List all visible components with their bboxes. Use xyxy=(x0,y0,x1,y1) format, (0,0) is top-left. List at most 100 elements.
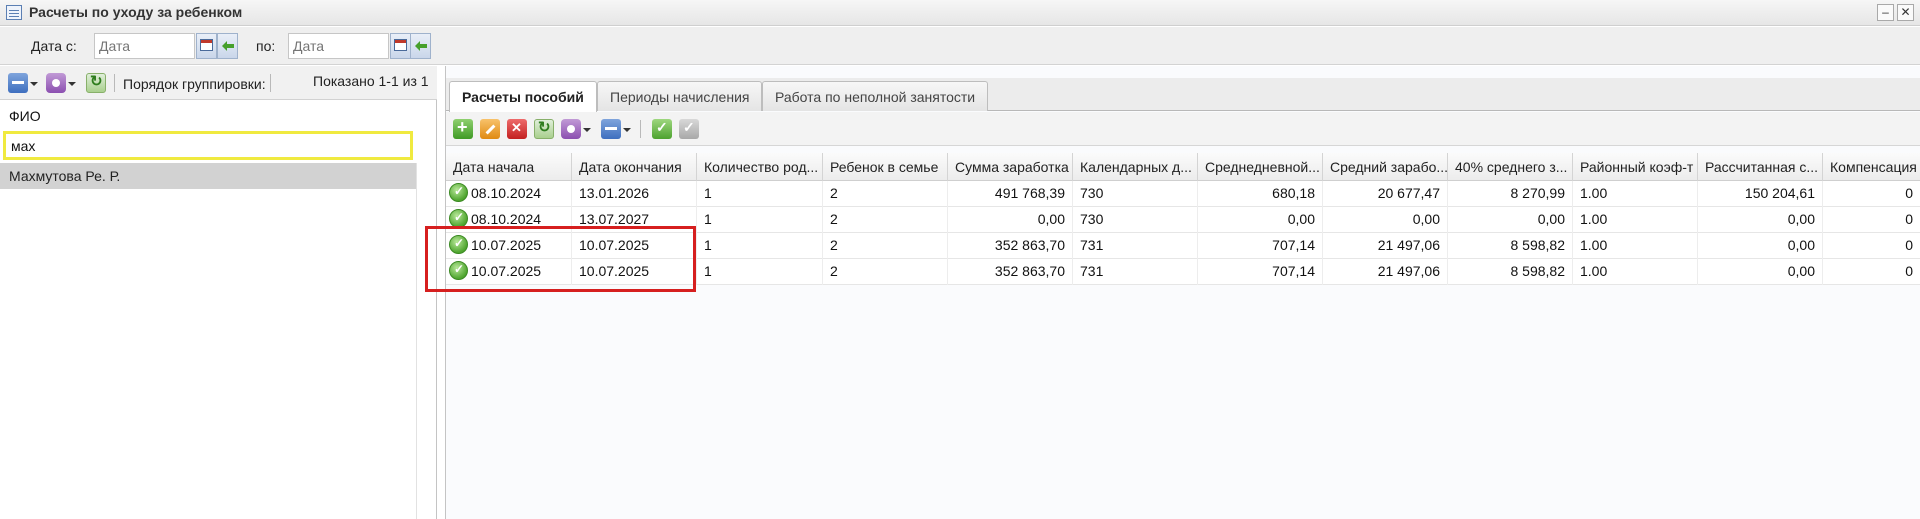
date-filter-bar: Дата с: по: xyxy=(0,27,1920,65)
grouping-order-label[interactable]: Порядок группировки: xyxy=(123,76,266,92)
grid-header: Дата начала Дата окончания Количество ро… xyxy=(446,153,1920,181)
column-header[interactable]: Дата начала xyxy=(446,153,572,181)
window-titlebar: Расчеты по уходу за ребенком – ✕ xyxy=(0,0,1920,26)
cell-calculated-sum: 0,00 xyxy=(1698,233,1823,259)
refresh-icon[interactable] xyxy=(86,72,106,93)
cell-calculated-sum: 0,00 xyxy=(1698,259,1823,285)
toolbar-separator xyxy=(640,120,641,138)
fio-filter-input[interactable] xyxy=(3,131,413,160)
print-icon[interactable] xyxy=(601,119,621,139)
cell-compensation: 0 xyxy=(1823,233,1920,259)
table-row[interactable]: 08.10.2024 13.01.2026 1 2 491 768,39 730… xyxy=(446,181,1920,207)
date-from-input[interactable] xyxy=(94,33,195,59)
column-header[interactable]: Сумма заработка xyxy=(948,153,1073,181)
left-toolbar: Порядок группировки: Показано 1-1 из 1 xyxy=(0,66,437,100)
cell-count: 1 xyxy=(697,181,823,207)
cell-daily-average: 0,00 xyxy=(1198,207,1323,233)
date-from-label: Дата с: xyxy=(31,38,77,54)
cell-regional-coef: 1.00 xyxy=(1573,207,1698,233)
fio-header-label: ФИО xyxy=(9,108,41,124)
cell-calendar-days: 730 xyxy=(1073,181,1198,207)
close-button[interactable]: ✕ xyxy=(1897,4,1914,21)
employee-list-panel: Порядок группировки: Показано 1-1 из 1 Ф… xyxy=(0,66,437,519)
toolbar-separator xyxy=(270,74,271,92)
column-header[interactable]: Ребенок в семье xyxy=(823,153,948,181)
tab-strip: Расчеты пособий Периоды начисления Работ… xyxy=(446,78,1920,112)
window-list-icon xyxy=(6,5,22,20)
cell-average-earnings: 0,00 xyxy=(1323,207,1448,233)
approve-icon[interactable] xyxy=(652,119,672,139)
tab-accrual-periods[interactable]: Периоды начисления xyxy=(597,81,763,111)
column-header[interactable]: Количество род... xyxy=(697,153,823,181)
cell-regional-coef: 1.00 xyxy=(1573,259,1698,285)
person-name: Махмутова Ре. Р. xyxy=(9,168,121,184)
cell-calculated-sum: 150 204,61 xyxy=(1698,181,1823,207)
cell-earnings: 491 768,39 xyxy=(948,181,1073,207)
cell-average-earnings: 20 677,47 xyxy=(1323,181,1448,207)
settings-icon[interactable] xyxy=(46,73,66,93)
divider xyxy=(416,163,417,519)
cell-calendar-days: 731 xyxy=(1073,233,1198,259)
cell-count: 1 xyxy=(697,259,823,285)
column-header[interactable]: 40% среднего з... xyxy=(1448,153,1573,181)
column-header[interactable]: Компенсация xyxy=(1823,153,1920,181)
print-icon[interactable] xyxy=(8,73,28,93)
cell-end-date: 13.01.2026 xyxy=(572,181,697,207)
column-header[interactable]: Среднедневной... xyxy=(1198,153,1323,181)
cell-forty-percent: 0,00 xyxy=(1448,207,1573,233)
cell-calendar-days: 730 xyxy=(1073,207,1198,233)
window-title: Расчеты по уходу за ребенком xyxy=(29,4,243,20)
cell-forty-percent: 8 598,82 xyxy=(1448,259,1573,285)
minimize-button[interactable]: – xyxy=(1877,4,1894,21)
cell-forty-percent: 8 598,82 xyxy=(1448,233,1573,259)
calculations-panel: Расчеты пособий Периоды начисления Работ… xyxy=(445,66,1920,519)
cell-calculated-sum: 0,00 xyxy=(1698,207,1823,233)
cell-daily-average: 707,14 xyxy=(1198,233,1323,259)
cell-child-order: 2 xyxy=(823,181,948,207)
highlight-box xyxy=(425,226,696,292)
cell-earnings: 0,00 xyxy=(948,207,1073,233)
cell-compensation: 0 xyxy=(1823,181,1920,207)
cell-count: 1 xyxy=(697,207,823,233)
add-icon[interactable] xyxy=(453,117,473,139)
grid-toolbar xyxy=(446,112,1920,146)
date-to-calendar-button[interactable] xyxy=(390,33,411,59)
list-item[interactable]: Махмутова Ре. Р. xyxy=(0,163,416,189)
tab-benefit-calculations[interactable]: Расчеты пособий xyxy=(449,81,597,112)
cell-regional-coef: 1.00 xyxy=(1573,181,1698,207)
chevron-down-icon[interactable] xyxy=(30,82,38,86)
date-from-clear-button[interactable] xyxy=(217,33,238,59)
fio-column-header[interactable]: ФИО xyxy=(0,101,437,131)
date-to-label: по: xyxy=(256,38,276,54)
column-header[interactable]: Календарных д... xyxy=(1073,153,1198,181)
toolbar-separator xyxy=(114,74,115,92)
tab-part-time-work[interactable]: Работа по неполной занятости xyxy=(762,81,989,111)
column-header[interactable]: Рассчитанная с... xyxy=(1698,153,1823,181)
date-to-input[interactable] xyxy=(288,33,389,59)
delete-icon[interactable] xyxy=(507,119,527,139)
chevron-down-icon[interactable] xyxy=(623,128,631,132)
cell-earnings: 352 863,70 xyxy=(948,233,1073,259)
edit-icon[interactable] xyxy=(480,119,500,139)
cell-compensation: 0 xyxy=(1823,259,1920,285)
settings-icon[interactable] xyxy=(561,119,581,139)
date-to-clear-button[interactable] xyxy=(410,33,431,59)
unapprove-icon[interactable] xyxy=(679,119,699,139)
column-header[interactable]: Районный коэф-т xyxy=(1573,153,1698,181)
cell-average-earnings: 21 497,06 xyxy=(1323,259,1448,285)
calendar-icon xyxy=(394,39,407,51)
column-header[interactable]: Средний зарабо... xyxy=(1323,153,1448,181)
cell-average-earnings: 21 497,06 xyxy=(1323,233,1448,259)
cell-child-order: 2 xyxy=(823,207,948,233)
cell-regional-coef: 1.00 xyxy=(1573,233,1698,259)
column-header[interactable]: Дата окончания xyxy=(572,153,697,181)
chevron-down-icon[interactable] xyxy=(583,128,591,132)
chevron-down-icon[interactable] xyxy=(68,82,76,86)
cell-child-order: 2 xyxy=(823,233,948,259)
refresh-icon[interactable] xyxy=(534,118,554,139)
status-ok-icon xyxy=(449,183,468,202)
date-from-calendar-button[interactable] xyxy=(196,33,217,59)
arrow-left-icon xyxy=(222,40,234,52)
cell-forty-percent: 8 270,99 xyxy=(1448,181,1573,207)
cell-daily-average: 707,14 xyxy=(1198,259,1323,285)
